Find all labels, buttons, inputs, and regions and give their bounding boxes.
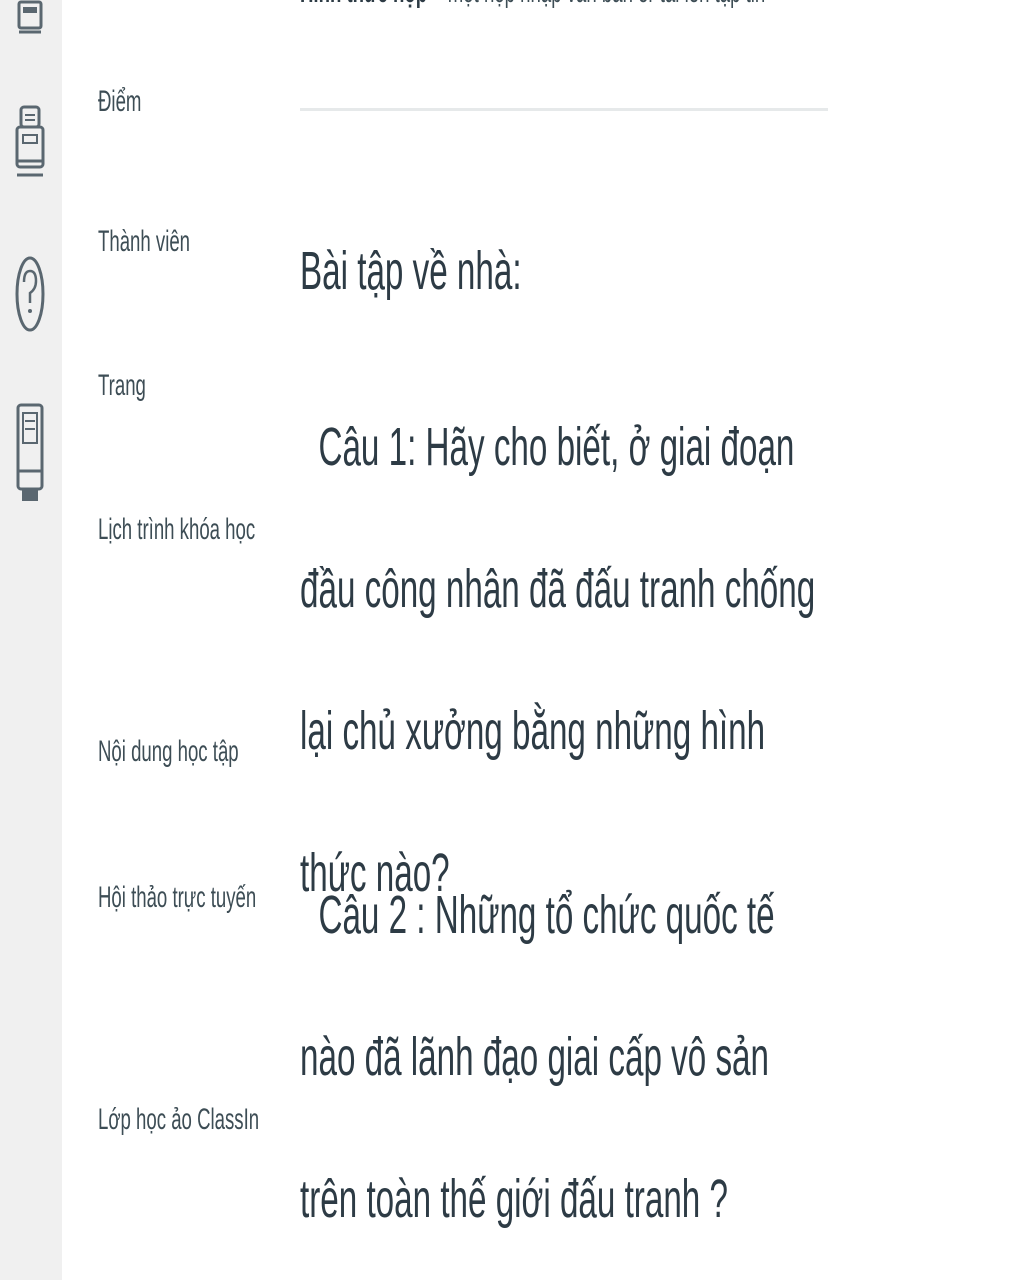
- inbox-icon[interactable]: [12, 0, 48, 54]
- submission-type-label: Hình thức nộp: [300, 0, 427, 9]
- nav-item-conferences[interactable]: Hội thảo trực tuyến: [98, 862, 259, 934]
- global-nav-rail: [0, 0, 62, 1280]
- submission-type-value: một hộp nhập văn bản or tải lên tập tin: [448, 0, 765, 9]
- nav-item-pages[interactable]: Trang: [98, 350, 203, 422]
- course-navigation: Điểm Thành viên Trang Lịch trình khóa họ…: [98, 0, 278, 1280]
- assignment-content: Hình thức nộp một hộp nhập văn bản or tả…: [300, 0, 830, 1280]
- commons-icon[interactable]: [12, 403, 48, 501]
- page: Điểm Thành viên Trang Lịch trình khóa họ…: [0, 0, 1024, 1280]
- divider: [300, 108, 828, 111]
- question-2: Câu 2 : Những tổ chức quốc tế nào đã lãn…: [300, 885, 784, 1229]
- nav-item-classin[interactable]: Lớp học ảo ClassIn: [98, 1084, 259, 1156]
- history-icon[interactable]: [12, 105, 48, 186]
- nav-item-people[interactable]: Thành viên: [98, 206, 203, 278]
- submission-type-row: Hình thức nộp một hộp nhập văn bản or tả…: [300, 0, 765, 10]
- homework-heading: Bài tập về nhà:: [300, 241, 522, 301]
- nav-item-grades[interactable]: Điểm: [98, 66, 203, 138]
- nav-item-syllabus[interactable]: Lịch trình khóa học: [98, 494, 259, 566]
- help-icon[interactable]: [12, 256, 48, 332]
- nav-item-modules[interactable]: Nội dung học tập: [98, 716, 239, 788]
